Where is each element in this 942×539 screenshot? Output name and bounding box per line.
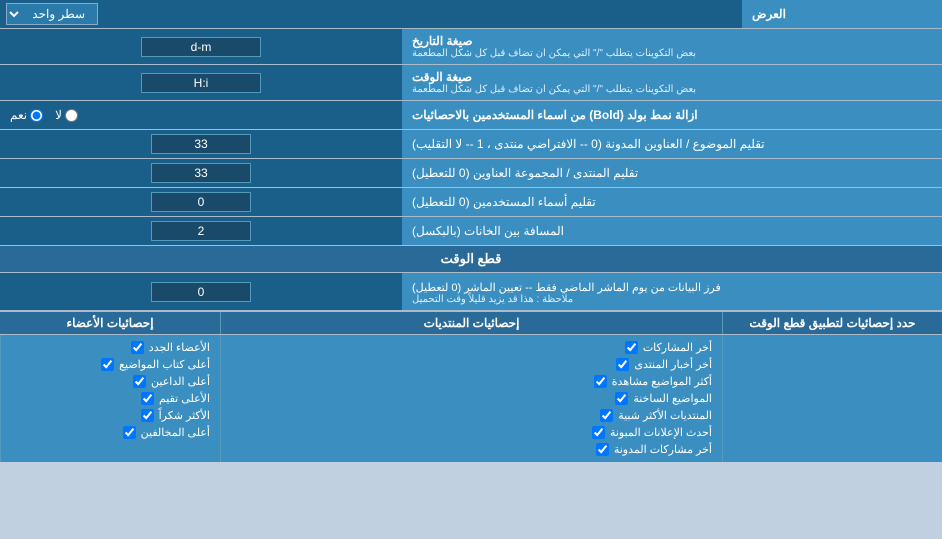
date-format-input[interactable] — [141, 37, 261, 57]
cb-item: الأكثر شكراً — [11, 407, 210, 424]
row-topics: تقليم الموضوع / العناوين المدونة (0 -- ا… — [0, 130, 942, 159]
cb-item: أعلى كتاب المواضيع — [11, 356, 210, 373]
label-realtime-line2: ملاحظة : هذا قد يزيد قليلاً وقت التحميل — [412, 294, 573, 305]
cb-item: أخر مشاركات المدونة — [231, 441, 712, 458]
cb-most-viewed[interactable] — [594, 375, 607, 388]
input-cell-usernames — [0, 188, 402, 216]
bottom-section: حدد إحصائيات لتطبيق قطع الوقت إحصائيات ا… — [0, 311, 942, 462]
cb-item: المواضيع الساخنة — [231, 390, 712, 407]
cb-item: الأعلى تقيم — [11, 390, 210, 407]
input-cell-date — [0, 29, 402, 64]
cb-item: أعلى المخالفين — [11, 424, 210, 441]
row-realtime: فرز البيانات من يوم الماشر الماضي فقط --… — [0, 273, 942, 311]
row-forum: تقليم المنتدى / المجموعة العناوين (0 للت… — [0, 159, 942, 188]
topics-input[interactable] — [151, 134, 251, 154]
cb-top-posters[interactable] — [101, 358, 114, 371]
cb-item: الأعضاء الجدد — [11, 339, 210, 356]
cb-forum-news[interactable] — [616, 358, 629, 371]
cb-item: أعلى الداعين — [11, 373, 210, 390]
col2-checkboxes: الأعضاء الجدد أعلى كتاب المواضيع أعلى ال… — [0, 335, 220, 462]
forum-input[interactable] — [151, 163, 251, 183]
cb-most-similar[interactable] — [600, 409, 613, 422]
cb-most-thanked[interactable] — [141, 409, 154, 422]
input-cell-time — [0, 65, 402, 100]
input-cell-realtime — [0, 273, 402, 310]
usernames-input[interactable] — [151, 192, 251, 212]
row-usernames: تقليم أسماء المستخدمين (0 للتعطيل) — [0, 188, 942, 217]
limit-cell — [722, 335, 942, 462]
bottom-header-right: حدد إحصائيات لتطبيق قطع الوقت — [722, 312, 942, 334]
row-spacing: المسافة بين الخانات (بالبكسل) — [0, 217, 942, 246]
label-date-format: صيغة التاريخ بعض التكوينات يتطلب "/" الت… — [402, 29, 942, 64]
cb-item: أكثر المواضيع مشاهدة — [231, 373, 712, 390]
cb-top-violators[interactable] — [123, 426, 136, 439]
row-ard: row-ard العرض سطر واحد سطران ثلاثة أسطر — [0, 0, 942, 29]
label-date-line1: صيغة التاريخ — [412, 34, 473, 48]
radio-label-no[interactable]: لا — [55, 108, 78, 122]
label-spacing: المسافة بين الخانات (بالبكسل) — [402, 217, 942, 245]
cb-new-members[interactable] — [131, 341, 144, 354]
cb-item: أخر المشاركات — [231, 339, 712, 356]
checkbox-area: أخر المشاركات أخر أخبار المنتدى أكثر الم… — [0, 335, 942, 462]
label-forum: تقليم المنتدى / المجموعة العناوين (0 للت… — [402, 159, 942, 187]
cb-item: أحدث الإعلانات المبونة — [231, 424, 712, 441]
input-cell-topics — [0, 130, 402, 158]
cb-item: أخر أخبار المنتدى — [231, 356, 712, 373]
label-topics: تقليم الموضوع / العناوين المدونة (0 -- ا… — [402, 130, 942, 158]
col2-header: إحصائيات الأعضاء — [0, 312, 220, 334]
cb-top-rated[interactable] — [141, 392, 154, 405]
cb-top-inviters[interactable] — [133, 375, 146, 388]
label-usernames: تقليم أسماء المستخدمين (0 للتعطيل) — [402, 188, 942, 216]
col1-checkboxes: أخر المشاركات أخر أخبار المنتدى أكثر الم… — [220, 335, 722, 462]
time-format-input[interactable] — [141, 73, 261, 93]
ard-select[interactable]: سطر واحد سطران ثلاثة أسطر — [6, 3, 98, 25]
section-realtime-header: قطع الوقت — [0, 246, 942, 273]
label-ard: row-ard العرض — [742, 0, 942, 28]
cb-item: المنتديات الأكثر شبية — [231, 407, 712, 424]
label-time-line1: صيغة الوقت — [412, 70, 472, 84]
cb-last-posts[interactable] — [625, 341, 638, 354]
label-time-format: صيغة الوقت بعض التكوينات يتطلب "/" التي … — [402, 65, 942, 100]
cb-hot-topics[interactable] — [615, 392, 628, 405]
spacing-input[interactable] — [151, 221, 251, 241]
cb-blog-posts[interactable] — [596, 443, 609, 456]
col1-header: إحصائيات المنتديات — [220, 312, 722, 334]
label-realtime: فرز البيانات من يوم الماشر الماضي فقط --… — [402, 273, 942, 310]
input-cell-forum — [0, 159, 402, 187]
input-cell-spacing — [0, 217, 402, 245]
row-bold: ازالة نمط بولد (Bold) من اسماء المستخدمي… — [0, 101, 942, 130]
cb-latest-ads[interactable] — [592, 426, 605, 439]
label-time-line2: بعض التكوينات يتطلب "/" التي يمكن ان تضا… — [412, 84, 696, 95]
input-cell-ard: سطر واحد سطران ثلاثة أسطر — [0, 0, 742, 28]
row-date-format: صيغة التاريخ بعض التكوينات يتطلب "/" الت… — [0, 29, 942, 65]
row-time-format: صيغة الوقت بعض التكوينات يتطلب "/" التي … — [0, 65, 942, 101]
radio-label-yes[interactable]: نعم — [10, 108, 43, 122]
radio-cell-bold: لا نعم — [0, 101, 402, 129]
label-date-line2: بعض التكوينات يتطلب "/" التي يمكن ان تضا… — [412, 48, 696, 59]
realtime-input[interactable] — [151, 282, 251, 302]
label-bold: ازالة نمط بولد (Bold) من اسماء المستخدمي… — [402, 101, 942, 129]
label-realtime-line1: فرز البيانات من يوم الماشر الماضي فقط --… — [412, 281, 721, 294]
radio-no[interactable] — [65, 109, 78, 122]
radio-yes[interactable] — [30, 109, 43, 122]
